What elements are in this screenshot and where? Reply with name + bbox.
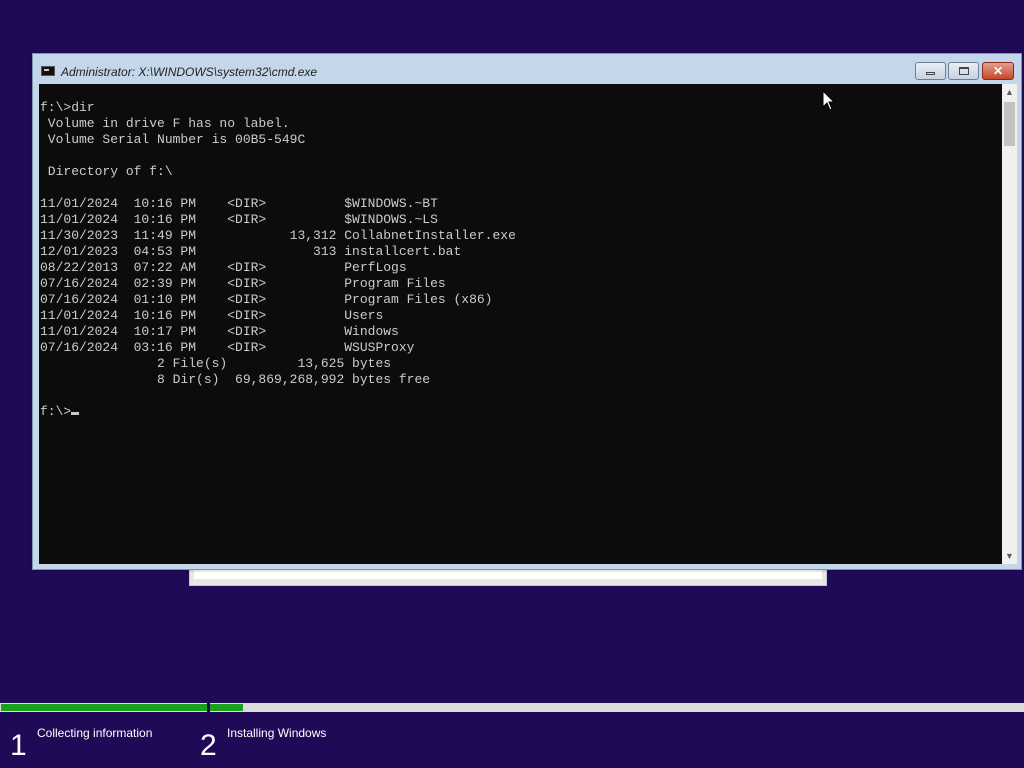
console-output[interactable]: f:\>dir Volume in drive F has no label. …	[39, 84, 1002, 564]
console-line: 12/01/2023 04:53 PM 313 installcert.bat	[40, 244, 462, 259]
text-cursor	[71, 412, 80, 415]
minimize-icon	[926, 72, 935, 75]
console-line: 8 Dir(s) 69,869,268,992 bytes free	[40, 372, 431, 387]
console-icon[interactable]	[41, 66, 55, 76]
console-line: 2 File(s) 13,625 bytes	[40, 356, 392, 371]
window-title: Administrator: X:\WINDOWS\system32\cmd.e…	[61, 65, 318, 79]
console-line: Volume Serial Number is 00B5-549C	[40, 132, 306, 147]
maximize-icon	[958, 67, 969, 75]
console-prompt-line: f:\>	[40, 404, 516, 420]
console-line: 08/22/2013 07:22 AM <DIR> PerfLogs	[40, 260, 407, 275]
maximize-button[interactable]	[948, 62, 979, 80]
scroll-down-arrow-icon[interactable]: ▼	[1002, 548, 1017, 564]
console-prompt: f:\>	[40, 404, 72, 419]
console-line: 07/16/2024 03:16 PM <DIR> WSUSProxy	[40, 340, 415, 355]
console-line: Volume in drive F has no label.	[40, 116, 290, 131]
console-line: 11/01/2024 10:16 PM <DIR> $WINDOWS.~BT	[40, 196, 438, 211]
console-line: 11/01/2024 10:17 PM <DIR> Windows	[40, 324, 399, 339]
title-bar[interactable]: Administrator: X:\WINDOWS\system32\cmd.e…	[33, 54, 1021, 84]
progress-step1-fill	[1, 704, 207, 711]
console-line: 07/16/2024 02:39 PM <DIR> Program Files	[40, 276, 446, 291]
mouse-pointer-icon	[822, 90, 836, 111]
console-line: 11/01/2024 10:16 PM <DIR> $WINDOWS.~LS	[40, 212, 438, 227]
minimize-button[interactable]	[915, 62, 946, 80]
progress-step2-track	[210, 704, 1023, 711]
console-line: 11/01/2024 10:16 PM <DIR> Users	[40, 308, 384, 323]
step-label: Installing Windows	[227, 726, 327, 740]
close-button[interactable]: ✕	[982, 62, 1014, 80]
console-text: f:\>dir Volume in drive F has no label. …	[40, 100, 516, 420]
console-line: Directory of f:\	[40, 164, 173, 179]
scroll-up-arrow-icon[interactable]: ▲	[1002, 84, 1017, 100]
cmd-window: Administrator: X:\WINDOWS\system32\cmd.e…	[32, 53, 1022, 570]
close-icon: ✕	[992, 64, 1004, 78]
setup-progress-bar	[0, 703, 1024, 712]
step-number: 2	[200, 729, 217, 762]
scroll-thumb[interactable]	[1004, 102, 1015, 146]
console-line: 07/16/2024 01:10 PM <DIR> Program Files …	[40, 292, 493, 307]
step-label: Collecting information	[37, 726, 153, 740]
progress-step2-fill	[210, 704, 243, 711]
vertical-scrollbar[interactable]: ▲ ▼	[1002, 84, 1017, 564]
step-number: 1	[10, 729, 27, 762]
console-line: f:\>dir	[40, 100, 95, 115]
console-line: 11/30/2023 11:49 PM 13,312 CollabnetInst…	[40, 228, 516, 243]
